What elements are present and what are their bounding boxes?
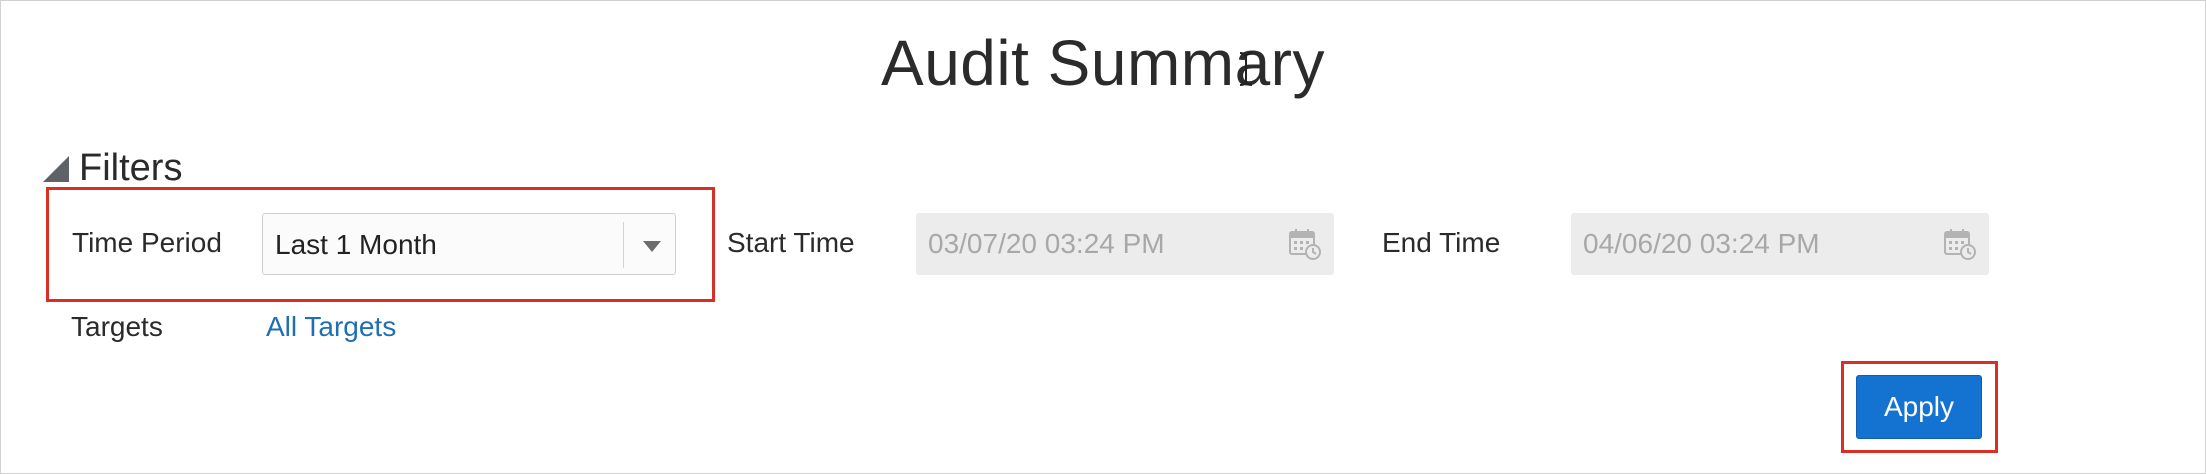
end-time-field: 04/06/20 03:24 PM bbox=[1571, 213, 1989, 275]
start-time-value: 03/07/20 03:24 PM bbox=[928, 228, 1165, 259]
all-targets-link[interactable]: All Targets bbox=[266, 307, 396, 347]
start-time-field: 03/07/20 03:24 PM bbox=[916, 213, 1334, 275]
collapse-triangle-icon bbox=[43, 156, 69, 182]
page-title: Audit Summary bbox=[881, 27, 1325, 99]
start-time-label: Start Time bbox=[727, 227, 855, 258]
filters-toggle[interactable]: Filters bbox=[43, 145, 182, 191]
end-time-label: End Time bbox=[1382, 227, 1501, 258]
end-time-value: 04/06/20 03:24 PM bbox=[1583, 228, 1820, 259]
filters-heading: Filters bbox=[79, 146, 183, 189]
time-period-highlight bbox=[46, 187, 715, 302]
calendar-icon bbox=[1289, 229, 1321, 260]
text-cursor-icon bbox=[1239, 52, 1253, 86]
audit-summary-panel: Audit Summary Filters Time Period Last 1… bbox=[0, 0, 2206, 474]
calendar-icon bbox=[1944, 229, 1976, 260]
targets-label: Targets bbox=[71, 311, 163, 342]
apply-highlight bbox=[1841, 361, 1998, 453]
